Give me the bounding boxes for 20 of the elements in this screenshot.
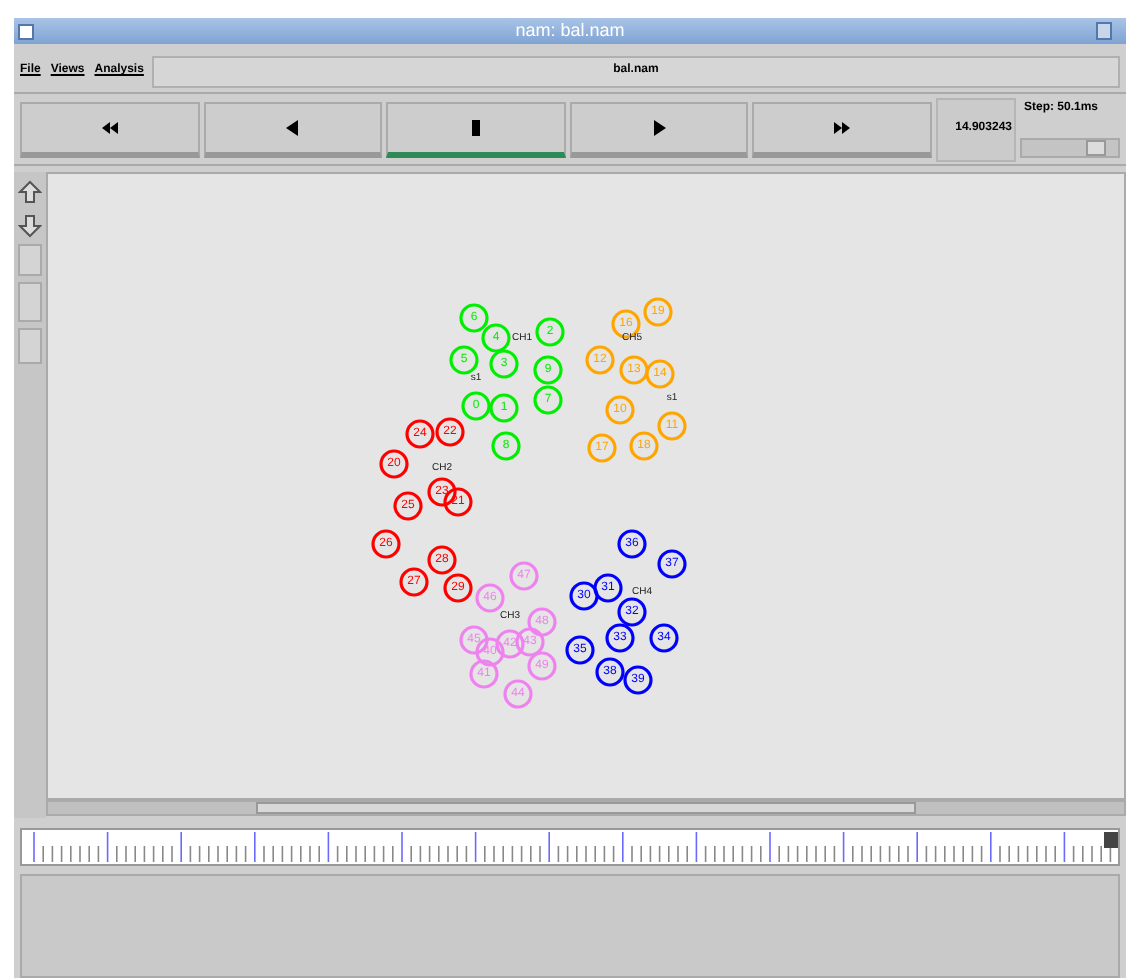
minimize-icon[interactable]: [1096, 22, 1112, 40]
zoom-in-icon[interactable]: [18, 180, 42, 206]
back-button[interactable]: [203, 101, 383, 157]
time-marker[interactable]: [1104, 832, 1118, 848]
window-menu-icon[interactable]: [18, 23, 34, 39]
rewind-button[interactable]: [20, 101, 200, 157]
horizontal-scrollbar[interactable]: [46, 800, 1126, 816]
play-icon: [649, 119, 670, 135]
zoom-out-icon[interactable]: [18, 212, 42, 238]
rewind-icon: [99, 119, 120, 135]
fast-forward-icon: [832, 119, 853, 135]
scroll-thumb[interactable]: [256, 802, 916, 814]
timeline-ruler[interactable]: [20, 828, 1120, 866]
step-slider[interactable]: [1020, 137, 1120, 157]
window-title: nam: bal.nam: [515, 22, 625, 40]
forward-button[interactable]: [752, 101, 932, 157]
stop-button[interactable]: [386, 101, 566, 157]
back-icon: [282, 119, 303, 135]
slider-thumb[interactable]: [1086, 139, 1107, 155]
play-button[interactable]: [569, 101, 749, 157]
